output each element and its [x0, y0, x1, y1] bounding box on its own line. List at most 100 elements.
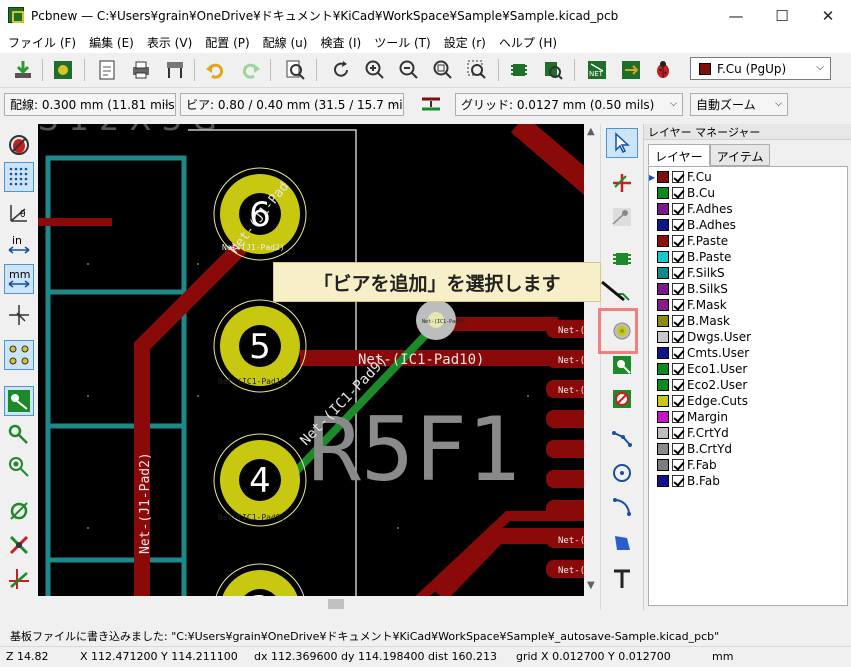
highlight-net-icon[interactable] [606, 168, 638, 198]
footprint-viewer-icon[interactable] [540, 57, 566, 83]
scroll-up-icon[interactable]: ▲ [587, 126, 595, 137]
layer-row-f-silks[interactable]: F.SilkS [649, 265, 725, 281]
layer-visibility-checkbox[interactable] [672, 235, 684, 247]
layer-color-swatch[interactable] [657, 347, 669, 359]
layer-row-b-cu[interactable]: B.Cu [649, 185, 715, 201]
layer-visibility-checkbox[interactable] [672, 395, 684, 407]
netlist-icon[interactable]: NET [584, 57, 610, 83]
layer-visibility-checkbox[interactable] [672, 187, 684, 199]
layer-row-b-silks[interactable]: B.SilkS [649, 281, 728, 297]
save-icon[interactable] [10, 57, 36, 83]
find-icon[interactable] [282, 57, 308, 83]
layer-color-swatch[interactable] [657, 187, 669, 199]
layer-row-margin[interactable]: Margin [649, 409, 728, 425]
add-keepout-icon[interactable] [606, 384, 638, 414]
layer-color-swatch[interactable] [657, 235, 669, 247]
layer-row-b-adhes[interactable]: B.Adhes [649, 217, 736, 233]
layer-visibility-checkbox[interactable] [672, 267, 684, 279]
print-icon[interactable] [128, 57, 154, 83]
layer-color-swatch[interactable] [657, 443, 669, 455]
layer-visibility-checkbox[interactable] [672, 363, 684, 375]
layer-visibility-checkbox[interactable] [672, 427, 684, 439]
layer-color-swatch[interactable] [657, 475, 669, 487]
layer-color-swatch[interactable] [657, 267, 669, 279]
layer-row-eco1-user[interactable]: Eco1.User [649, 361, 747, 377]
layer-row-f-crtyd[interactable]: F.CrtYd [649, 425, 729, 441]
close-button[interactable]: ✕ [805, 0, 851, 31]
board-setup-icon[interactable] [50, 57, 76, 83]
menu-help[interactable]: ヘルプ (H) [499, 34, 557, 51]
layer-color-swatch[interactable] [657, 315, 669, 327]
horizontal-scroll-thumb[interactable] [328, 599, 344, 609]
curved-ratsnest-icon[interactable] [4, 386, 34, 416]
drc-off-icon[interactable] [4, 130, 34, 160]
update-pcb-icon[interactable] [618, 57, 644, 83]
menu-tools[interactable]: ツール (T) [374, 34, 431, 51]
layer-display-icon[interactable] [4, 564, 34, 594]
track-width-select[interactable]: 配線: 0.300 mm (11.81 mils) ⌵ [4, 93, 176, 116]
layer-color-swatch[interactable] [657, 251, 669, 263]
tab-items[interactable]: アイテム [709, 144, 771, 166]
polar-coords-icon[interactable]: θ [4, 198, 34, 228]
layer-color-swatch[interactable] [657, 363, 669, 375]
page-settings-icon[interactable] [94, 57, 120, 83]
via-size-select[interactable]: ビア: 0.80 / 0.40 mm (31.5 / 15.7 mils) * … [180, 93, 404, 116]
select-tool-icon[interactable] [606, 128, 638, 158]
draw-line-icon[interactable] [606, 424, 638, 454]
layer-row-f-mask[interactable]: F.Mask [649, 297, 727, 313]
layer-row-b-paste[interactable]: B.Paste [649, 249, 731, 265]
show-vias-outline-icon[interactable] [4, 452, 34, 482]
grid-select[interactable]: グリッド: 0.0127 mm (0.50 mils) ⌵ [455, 93, 683, 116]
show-pads-outline-icon[interactable] [4, 420, 34, 450]
zoom-selection-icon[interactable] [464, 57, 490, 83]
redo-icon[interactable] [238, 57, 264, 83]
auto-track-width-icon[interactable] [418, 91, 444, 117]
layer-visibility-checkbox[interactable] [672, 411, 684, 423]
zoom-out-icon[interactable] [396, 57, 422, 83]
horizontal-scrollbar[interactable] [38, 596, 600, 612]
layer-visibility-checkbox[interactable] [672, 171, 684, 183]
layer-color-swatch[interactable] [657, 379, 669, 391]
maximize-button[interactable]: ☐ [759, 0, 805, 31]
menu-view[interactable]: 表示 (V) [147, 34, 192, 51]
layer-visibility-checkbox[interactable] [672, 283, 684, 295]
layer-visibility-checkbox[interactable] [672, 347, 684, 359]
inch-units-icon[interactable]: in [4, 230, 34, 260]
layer-visibility-checkbox[interactable] [672, 219, 684, 231]
layer-color-swatch[interactable] [657, 459, 669, 471]
menu-route[interactable]: 配線 (u) [263, 34, 308, 51]
layer-visibility-checkbox[interactable] [672, 315, 684, 327]
layer-visibility-checkbox[interactable] [672, 443, 684, 455]
layer-color-swatch[interactable] [657, 299, 669, 311]
layer-visibility-checkbox[interactable] [672, 299, 684, 311]
layer-row-dwgs-user[interactable]: Dwgs.User [649, 329, 751, 345]
layer-color-swatch[interactable] [657, 411, 669, 423]
layer-row-b-mask[interactable]: B.Mask [649, 313, 730, 329]
draw-circle-icon[interactable] [606, 458, 638, 488]
grid-toggle-icon[interactable] [4, 162, 34, 192]
pcb-canvas[interactable]: S 1 2 X 3 G R5F1 [38, 124, 600, 610]
layer-row-edge-cuts[interactable]: Edge.Cuts [649, 393, 748, 409]
layer-color-swatch[interactable] [657, 427, 669, 439]
layer-color-swatch[interactable] [657, 219, 669, 231]
zoom-select[interactable]: 自動ズーム ⌵ [690, 93, 788, 116]
menu-edit[interactable]: 編集 (E) [89, 34, 134, 51]
zoom-in-icon[interactable] [362, 57, 388, 83]
menu-preferences[interactable]: 設定 (r) [444, 34, 486, 51]
layer-visibility-checkbox[interactable] [672, 459, 684, 471]
layer-row-f-adhes[interactable]: F.Adhes [649, 201, 733, 217]
layer-row-cmts-user[interactable]: Cmts.User [649, 345, 749, 361]
menu-inspect[interactable]: 検査 (I) [320, 34, 361, 51]
draw-arc-icon[interactable] [606, 492, 638, 522]
layer-visibility-checkbox[interactable] [672, 379, 684, 391]
add-text-icon[interactable] [606, 564, 638, 594]
tab-layers[interactable]: レイヤー [648, 144, 710, 166]
zoom-fit-icon[interactable] [430, 57, 456, 83]
draw-polygon-icon[interactable] [606, 528, 638, 558]
layer-row-f-cu[interactable]: ▶ F.Cu [649, 169, 712, 185]
layer-color-swatch[interactable] [657, 331, 669, 343]
show-ratsnest-icon[interactable] [4, 340, 34, 370]
add-zone-icon[interactable] [606, 350, 638, 380]
high-contrast-icon[interactable] [4, 530, 34, 560]
show-tracks-outline-icon[interactable] [4, 496, 34, 526]
